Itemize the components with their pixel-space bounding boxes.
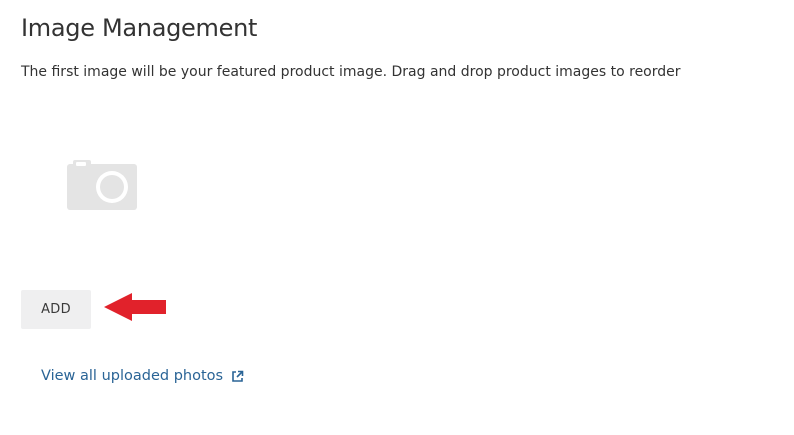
product-image-placeholder xyxy=(66,158,138,212)
image-management-description: The first image will be your featured pr… xyxy=(21,64,681,80)
view-link-label: View all uploaded photos xyxy=(41,368,224,384)
view-all-uploaded-photos-link[interactable]: View all uploaded photos xyxy=(41,368,244,384)
add-image-button[interactable]: ADD xyxy=(21,290,91,329)
page-title: Image Management xyxy=(21,14,258,42)
camera-icon xyxy=(67,160,137,210)
external-link-icon xyxy=(231,370,244,383)
red-arrow-annotation-icon xyxy=(104,293,166,321)
